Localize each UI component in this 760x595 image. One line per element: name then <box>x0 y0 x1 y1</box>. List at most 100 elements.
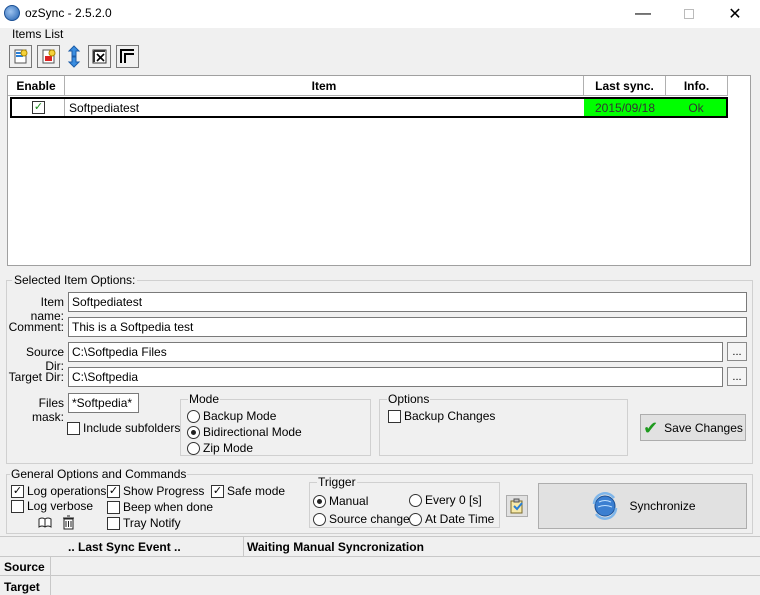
target-label: Target <box>4 580 40 594</box>
check-icon: ✓ <box>12 484 23 497</box>
trigger-source-change-radio[interactable] <box>313 512 326 526</box>
check-icon: ✓ <box>212 484 223 497</box>
disable-item-button[interactable] <box>88 45 111 68</box>
enable-cell[interactable]: ✓ <box>32 99 45 116</box>
trigger-source-change-option[interactable]: Source change <box>313 512 410 526</box>
log-verbose-checkbox[interactable] <box>11 499 24 513</box>
zip-mode-label: Zip Mode <box>203 441 254 455</box>
enable-checkbox[interactable]: ✓ <box>32 101 45 114</box>
include-subfolders-option[interactable]: Include subfolders <box>67 421 180 435</box>
clear-log-button[interactable] <box>62 515 75 530</box>
log-operations-option[interactable]: ✓ Log operations <box>11 484 106 498</box>
cell-divider <box>64 99 65 116</box>
maximize-button[interactable] <box>666 0 712 28</box>
trigger-at-date-time-radio[interactable] <box>409 512 422 526</box>
minimize-button[interactable]: — <box>620 0 666 28</box>
source-row: Source <box>0 556 760 575</box>
source-divider <box>50 557 51 575</box>
frame-button[interactable] <box>116 45 139 68</box>
backup-mode-radio[interactable] <box>187 409 200 423</box>
last-sync-event-label: .. Last Sync Event .. <box>68 540 181 554</box>
items-list-label: Items List <box>12 27 64 41</box>
backup-changes-label: Backup Changes <box>404 409 496 423</box>
open-book-icon <box>38 517 52 528</box>
target-dir-input[interactable]: C:\Softpedia <box>68 367 723 387</box>
synchronize-label: Synchronize <box>629 499 696 513</box>
target-row: Target <box>0 575 760 595</box>
items-table: Enable Item Last sync. Info. ✓ Softpedia… <box>7 75 751 266</box>
table-row[interactable]: ✓ Softpediatest 2015/09/18 Ok <box>10 97 728 118</box>
schedule-settings-button[interactable] <box>506 495 528 517</box>
synchronize-button[interactable]: Synchronize <box>538 483 747 529</box>
trigger-at-date-time-label: At Date Time <box>425 512 495 526</box>
include-subfolders-checkbox[interactable] <box>67 421 80 435</box>
column-header-last-sync[interactable]: Last sync. <box>584 76 666 96</box>
status-divider <box>243 537 244 556</box>
trigger-every-radio[interactable] <box>409 493 422 507</box>
trash-icon <box>63 515 74 530</box>
trigger-manual-radio[interactable] <box>313 494 326 508</box>
last-sync-cell: 2015/09/18 <box>584 99 666 116</box>
show-progress-option[interactable]: ✓ Show Progress <box>107 484 204 498</box>
tray-notify-checkbox[interactable] <box>107 516 120 530</box>
tray-notify-option[interactable]: Tray Notify <box>107 516 181 530</box>
target-dir-label: Target Dir: <box>8 370 64 384</box>
close-button[interactable]: ✕ <box>712 0 758 28</box>
log-verbose-label: Log verbose <box>27 499 94 513</box>
comment-input[interactable]: This is a Softpedia test <box>68 317 747 337</box>
view-log-button[interactable] <box>38 517 52 529</box>
app-logo-icon <box>4 5 20 21</box>
backup-mode-label: Backup Mode <box>203 409 277 423</box>
beep-when-done-label: Beep when done <box>123 500 214 514</box>
source-browse-button[interactable]: ... <box>727 342 747 361</box>
trigger-manual-label: Manual <box>329 494 369 508</box>
add-item-button[interactable] <box>9 45 32 68</box>
checkmark-icon: ✔ <box>643 417 659 438</box>
column-header-enable[interactable]: Enable <box>8 76 65 96</box>
check-icon: ✓ <box>33 101 44 113</box>
beep-when-done-checkbox[interactable] <box>107 500 120 514</box>
status-panel: .. Last Sync Event .. Waiting Manual Syn… <box>0 536 760 595</box>
trigger-at-date-time-option[interactable]: At Date Time <box>409 512 494 526</box>
delete-item-icon <box>42 49 56 64</box>
source-dir-input[interactable]: C:\Softpedia Files <box>68 342 723 362</box>
trigger-every-label: Every 0 [s] <box>425 493 482 507</box>
sync-state-text: Waiting Manual Syncronization <box>247 540 424 554</box>
delete-item-button[interactable] <box>37 45 60 68</box>
bidirectional-mode-label: Bidirectional Mode <box>203 425 302 439</box>
log-operations-checkbox[interactable]: ✓ <box>11 484 24 498</box>
selected-options-label: Selected Item Options: <box>12 273 138 287</box>
zip-mode-radio[interactable] <box>187 441 200 455</box>
safe-mode-checkbox[interactable]: ✓ <box>211 484 224 498</box>
trigger-every-option[interactable]: Every 0 [s] <box>409 493 482 507</box>
save-changes-label: Save Changes <box>664 420 743 435</box>
bidirectional-mode-option[interactable]: Bidirectional Mode <box>187 425 302 439</box>
show-progress-checkbox[interactable]: ✓ <box>107 484 120 498</box>
check-icon: ✓ <box>108 484 119 497</box>
column-header-item[interactable]: Item <box>65 76 584 96</box>
files-mask-label: Files mask: <box>31 396 64 424</box>
status-row: .. Last Sync Event .. Waiting Manual Syn… <box>0 536 760 556</box>
target-browse-button[interactable]: ... <box>727 367 747 386</box>
comment-label: Comment: <box>8 320 64 334</box>
zip-mode-option[interactable]: Zip Mode <box>187 441 253 455</box>
options-frame <box>379 399 628 456</box>
bidirectional-mode-radio[interactable] <box>187 425 200 439</box>
backup-mode-option[interactable]: Backup Mode <box>187 409 276 423</box>
item-name-input[interactable]: Softpediatest <box>68 292 747 312</box>
save-changes-button[interactable]: ✔ Save Changes <box>640 414 746 441</box>
backup-changes-option[interactable]: Backup Changes <box>388 409 495 423</box>
safe-mode-option[interactable]: ✓ Safe mode <box>211 484 285 498</box>
corner-frame-icon <box>120 49 134 63</box>
disable-item-icon <box>92 49 107 64</box>
trigger-manual-option[interactable]: Manual <box>313 494 368 508</box>
backup-changes-checkbox[interactable] <box>388 409 401 423</box>
source-dir-label: Source Dir: <box>25 345 64 373</box>
sync-item-button[interactable] <box>67 45 81 68</box>
log-verbose-option[interactable]: Log verbose <box>11 499 93 513</box>
column-header-info[interactable]: Info. <box>666 76 728 96</box>
files-mask-input[interactable]: *Softpedia* <box>68 393 139 413</box>
item-name-label: Item name: <box>30 295 64 323</box>
beep-when-done-option[interactable]: Beep when done <box>107 500 213 514</box>
include-subfolders-label: Include subfolders <box>83 421 181 435</box>
